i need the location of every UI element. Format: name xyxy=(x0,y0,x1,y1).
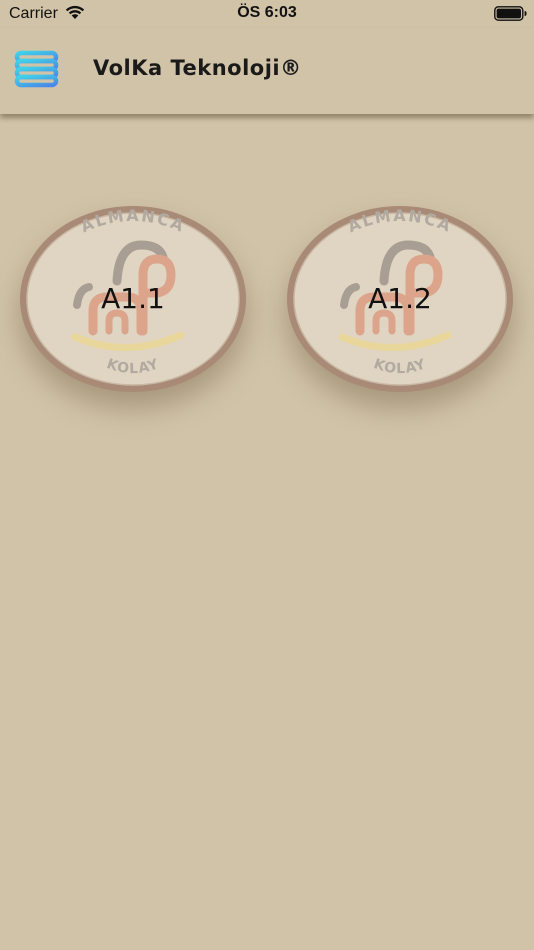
battery-icon xyxy=(494,6,528,27)
level-label: A1.2 xyxy=(368,282,432,315)
level-label: A1.1 xyxy=(101,282,165,315)
app-header: VolKa Teknoloji® xyxy=(0,28,534,114)
stacked-lines-icon xyxy=(14,50,59,88)
app-title: VolKa Teknoloji® xyxy=(93,56,302,80)
app-screen: Carrier ÖS 6:03 VolKa Teknoloji® ALMANCA… xyxy=(0,0,534,950)
status-time: ÖS 6:03 xyxy=(237,4,297,21)
level-a1-1-button[interactable]: ALMANCA KOLAY A1.1 xyxy=(17,203,249,395)
status-bar: Carrier ÖS 6:03 xyxy=(0,0,534,28)
level-a1-2-button[interactable]: ALMANCA KOLAY A1.2 xyxy=(284,203,516,395)
menu-button[interactable] xyxy=(12,46,62,96)
